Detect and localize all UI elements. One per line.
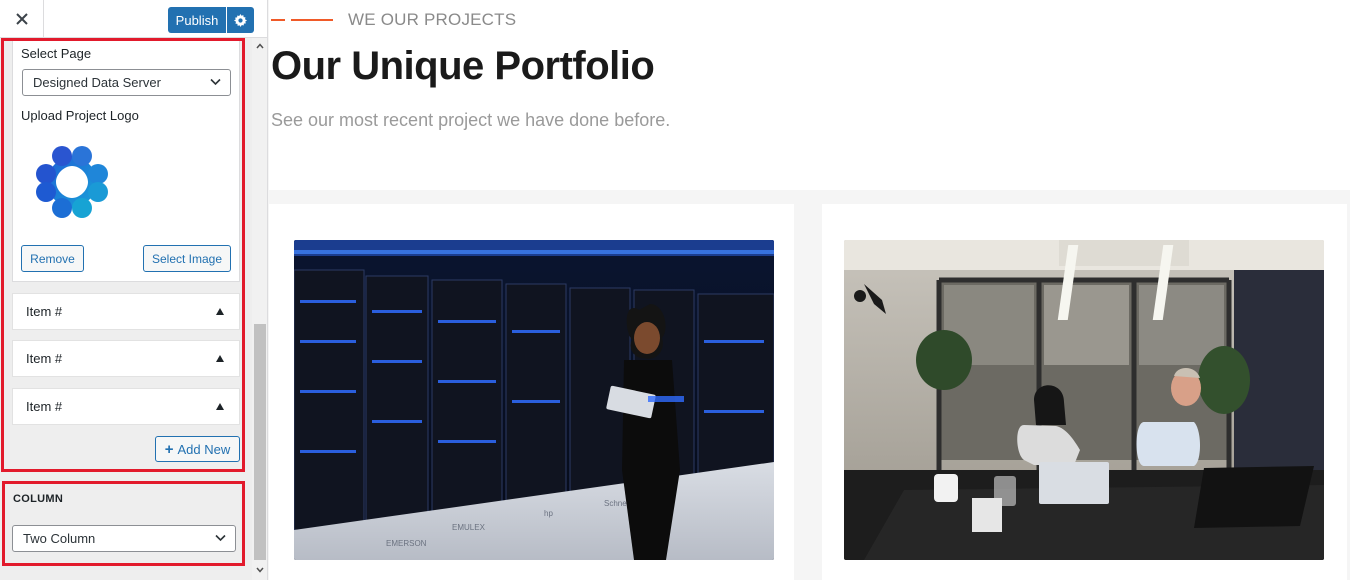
scroll-thumb[interactable]	[254, 324, 266, 560]
svg-text:EMERSON: EMERSON	[386, 539, 427, 548]
portfolio-header: WE OUR PROJECTS Our Unique Portfolio See…	[269, 0, 1350, 190]
close-button[interactable]	[0, 0, 44, 38]
gear-icon	[234, 13, 247, 27]
scroll-up-arrow-icon[interactable]	[252, 40, 267, 52]
highlight-box-items	[1, 38, 245, 472]
svg-text:EMULEX: EMULEX	[452, 523, 486, 532]
project-card-2[interactable]	[822, 204, 1347, 580]
publish-settings-button[interactable]	[227, 7, 254, 33]
highlight-box-column	[2, 481, 245, 566]
project-image-office-meeting[interactable]	[844, 240, 1324, 560]
section-subheading: See our most recent project we have done…	[271, 110, 671, 130]
site-preview: WE OUR PROJECTS Our Unique Portfolio See…	[269, 0, 1350, 580]
eyebrow-dash	[271, 19, 285, 21]
project-image-server-room[interactable]: EMERSON EMULEX hp Schneider	[294, 240, 774, 560]
customizer-sidebar: Publish Select Page Designed Data Server…	[0, 0, 268, 580]
eyebrow-line	[291, 19, 333, 21]
scroll-down-arrow-icon[interactable]	[252, 564, 267, 576]
publish-button[interactable]: Publish	[168, 7, 226, 33]
sidebar-scrollbar[interactable]	[252, 38, 267, 580]
close-icon	[15, 13, 28, 25]
svg-text:hp: hp	[544, 509, 553, 518]
section-heading: Our Unique Portfolio	[271, 44, 655, 88]
section-eyebrow: WE OUR PROJECTS	[348, 10, 517, 29]
project-card-1[interactable]: EMERSON EMULEX hp Schneider	[269, 204, 794, 580]
sidebar-header: Publish	[0, 0, 267, 38]
